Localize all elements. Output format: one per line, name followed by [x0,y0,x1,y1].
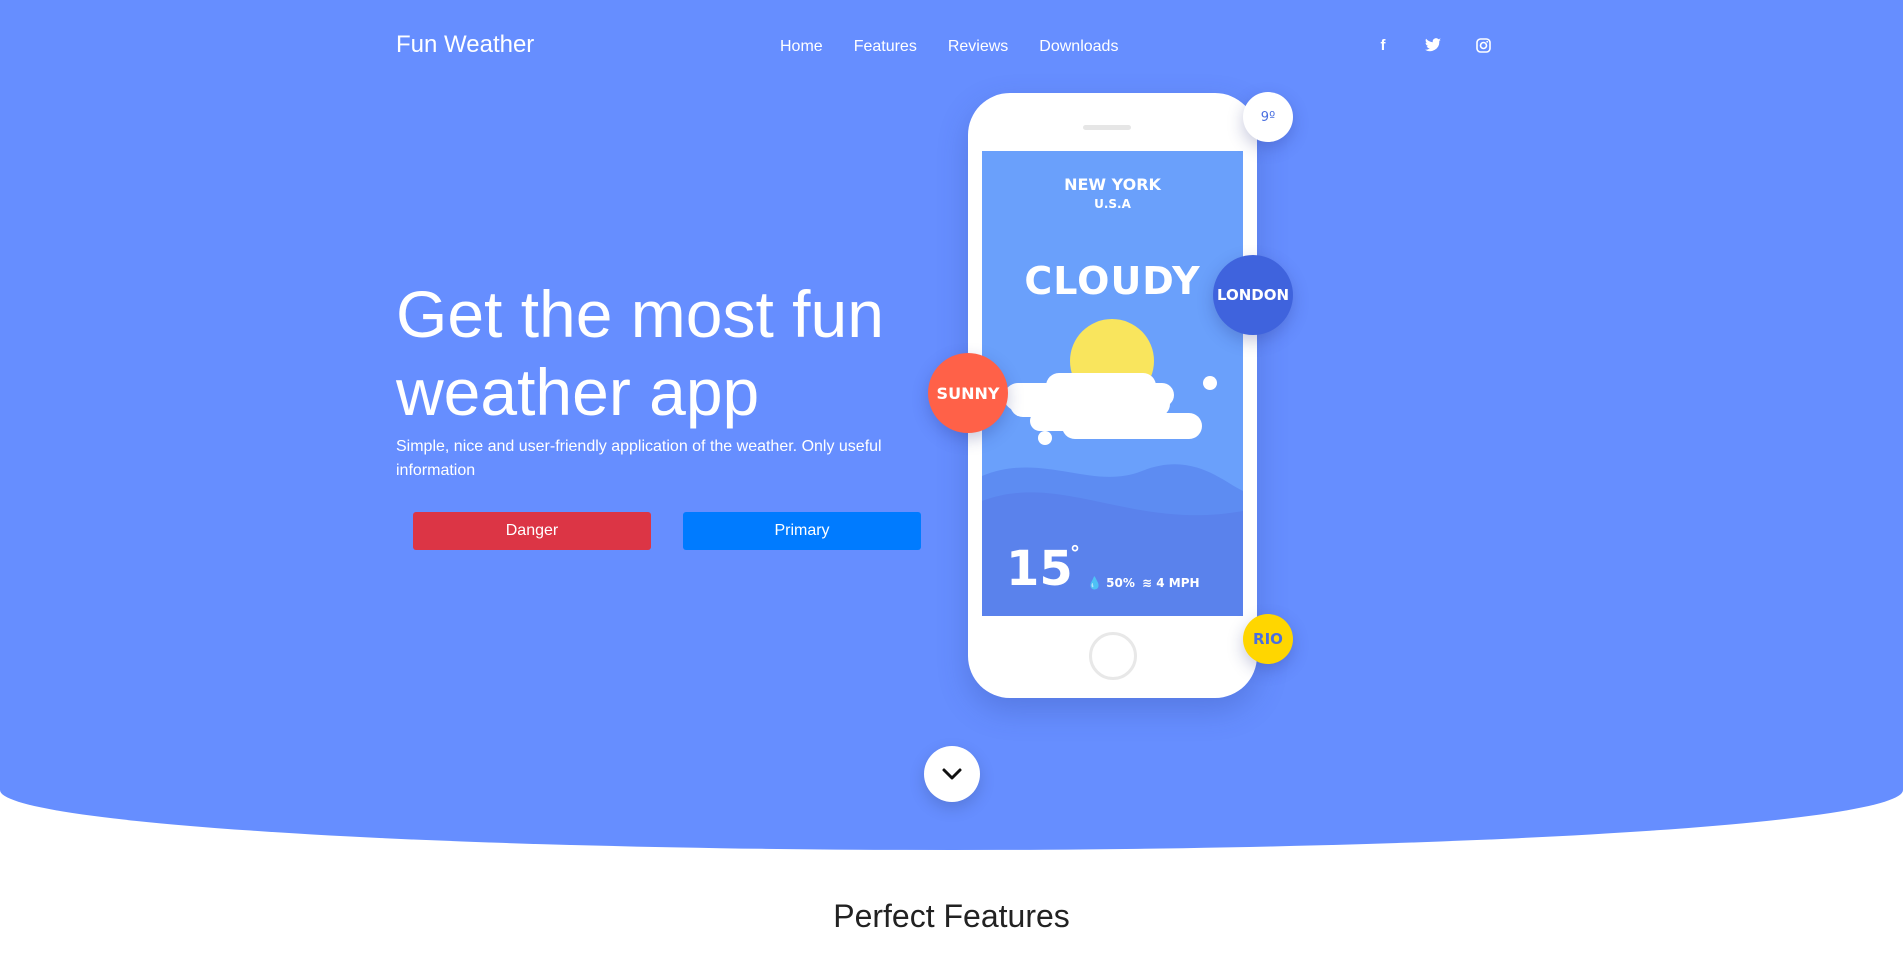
rio-bubble: RIO [1243,614,1293,664]
nav-reviews[interactable]: Reviews [948,38,1008,56]
social-links: f [1373,35,1523,55]
humidity-text: 50% [1106,576,1135,590]
london-bubble: LONDON [1213,255,1293,335]
phone-speaker [1083,125,1131,130]
nav-home[interactable]: Home [780,38,823,56]
nav-downloads[interactable]: Downloads [1039,38,1118,56]
chevron-down-icon [942,768,962,780]
section-title: Perfect Features [833,898,1070,934]
country-name: U.S.A [1094,197,1131,211]
degree-symbol: ° [1070,541,1080,565]
temperature-value: 15 [1006,541,1073,597]
wind-value: ≋ 4 MPH [1142,576,1200,590]
hero-subtext: Simple, nice and user-friendly applicati… [396,438,882,479]
droplet-icon: 💧 [1087,576,1102,590]
wind-icon: ≋ [1142,576,1153,590]
twitter-icon[interactable] [1423,35,1443,55]
phone-mockup: NEW YORK U.S.A CLOUDY 15 ° 💧 50% ≋ 4 MPH [968,93,1257,698]
city-name: NEW YORK [1064,175,1161,194]
humidity-value: 💧 50% [1087,576,1135,590]
scroll-down-button[interactable] [924,746,980,802]
weather-condition: CLOUDY [1024,259,1201,303]
sunny-bubble: SUNNY [928,353,1008,433]
temperature-bubble: 9º [1243,92,1293,142]
danger-button[interactable]: Danger [413,512,651,550]
instagram-icon[interactable] [1473,35,1493,55]
phone-home-button [1089,632,1137,680]
main-nav: Home Features Reviews Downloads [780,38,1149,56]
brand-logo[interactable]: Fun Weather [396,31,534,59]
hero-headline: Get the most fun weather app [396,277,884,429]
nav-features[interactable]: Features [854,38,917,56]
phone-screen: NEW YORK U.S.A CLOUDY 15 ° 💧 50% ≋ 4 MPH [982,151,1243,616]
primary-button[interactable]: Primary [683,512,921,550]
wind-text: 4 MPH [1156,576,1200,590]
facebook-icon[interactable]: f [1373,35,1393,55]
